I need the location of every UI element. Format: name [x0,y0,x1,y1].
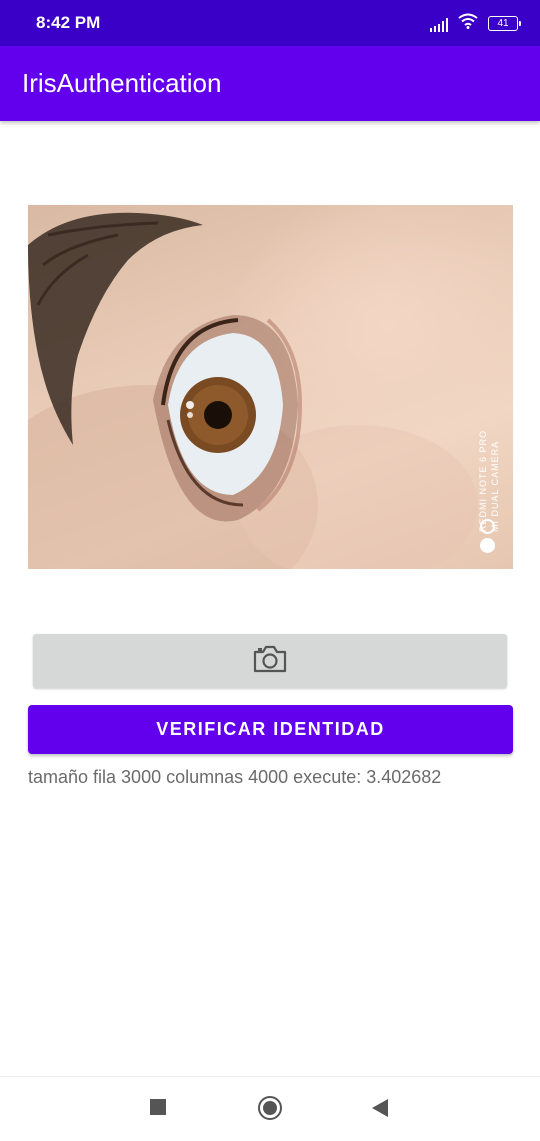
watermark-hollow-dot-icon [480,519,495,534]
camera-icon [252,644,288,679]
watermark-line-2: MI DUAL CAMERA [490,440,500,533]
signal-icon [430,16,448,32]
result-text: tamaño fila 3000 columnas 4000 execute: … [28,767,442,787]
battery-icon: 41 [488,16,521,31]
navigation-bar [0,1076,540,1141]
home-icon[interactable] [258,1096,282,1120]
status-icons: 41 [430,13,521,34]
verify-identity-button[interactable]: VERIFICAR IDENTIDAD [28,705,513,754]
wifi-icon [458,13,478,34]
watermark-line-1: REDMI NOTE 6 PRO [478,430,488,533]
app-title: IrisAuthentication [22,68,222,98]
take-photo-button[interactable] [33,634,507,688]
back-icon[interactable] [372,1099,388,1117]
battery-level: 41 [497,18,509,29]
watermark-filled-dot-icon [480,538,495,553]
status-bar: 8:42 PM 41 [0,0,540,46]
recent-apps-icon[interactable] [150,1099,166,1115]
eye-photo: REDMI NOTE 6 PRO MI DUAL CAMERA [28,205,513,569]
status-time: 8:42 PM [36,13,101,32]
app-bar: IrisAuthentication [0,46,540,121]
camera-watermark: REDMI NOTE 6 PRO MI DUAL CAMERA [477,430,501,532]
